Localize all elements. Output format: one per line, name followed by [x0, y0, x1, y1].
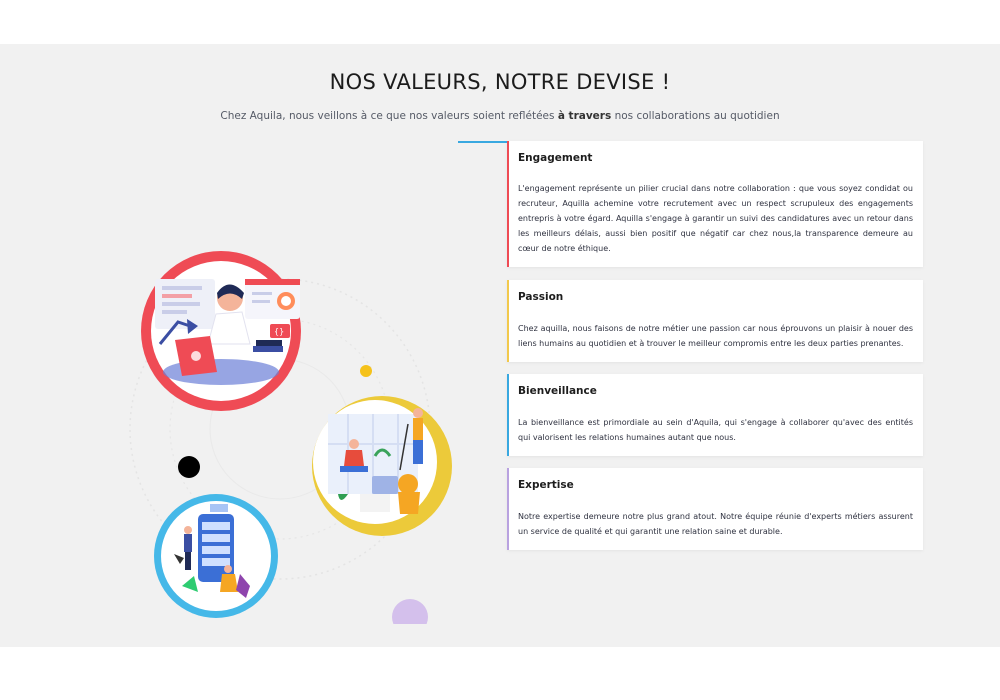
value-card-passion: Passion Chez aquilla, nous faisons de no…: [507, 280, 923, 362]
card-title: Bienveillance: [518, 385, 597, 397]
card-accent-bar: [507, 374, 509, 456]
card-text: La bienveillance est primordiale au sein…: [518, 418, 913, 442]
card-title: Expertise: [518, 479, 574, 491]
subtitle-text-start: Chez Aquila, nous veillons à ce que nos …: [220, 110, 555, 122]
value-card-bienveillance: Bienveillance La bienveillance est primo…: [507, 374, 923, 456]
card-title: Passion: [518, 291, 564, 303]
value-card-expertise: Expertise Notre expertise demeure notre …: [507, 468, 923, 550]
people-in-office-illustration: [312, 396, 452, 536]
card-accent-bar: [507, 468, 509, 550]
section-title: NOS VALEURS, NOTRE DEVISE !: [329, 70, 671, 94]
card-accent-bar: [507, 280, 509, 362]
section-subtitle: Chez Aquila, nous veillons à ce que nos …: [0, 110, 1000, 122]
team-with-mobile-app-illustration: [154, 494, 278, 618]
card-title: Engagement: [518, 152, 593, 164]
value-card-engagement: Engagement L'engagement représente un pi…: [507, 141, 923, 267]
card-text: Notre expertise demeure notre plus grand…: [518, 512, 913, 536]
card-text: Chez aquilla, nous faisons de notre méti…: [518, 324, 913, 348]
svg-text:{}: {}: [274, 327, 284, 336]
top-band: [0, 0, 1000, 44]
card-text: L'engagement représente un pilier crucia…: [518, 184, 913, 253]
developer-at-laptop-illustration: {}: [141, 251, 301, 411]
subtitle-text-end: nos collaborations au quotidien: [614, 110, 780, 122]
values-illustration: {}: [90, 194, 510, 624]
bottom-band: [0, 647, 1000, 700]
subtitle-bold-text: à travers: [557, 110, 612, 122]
card-accent-bar: [507, 141, 509, 267]
